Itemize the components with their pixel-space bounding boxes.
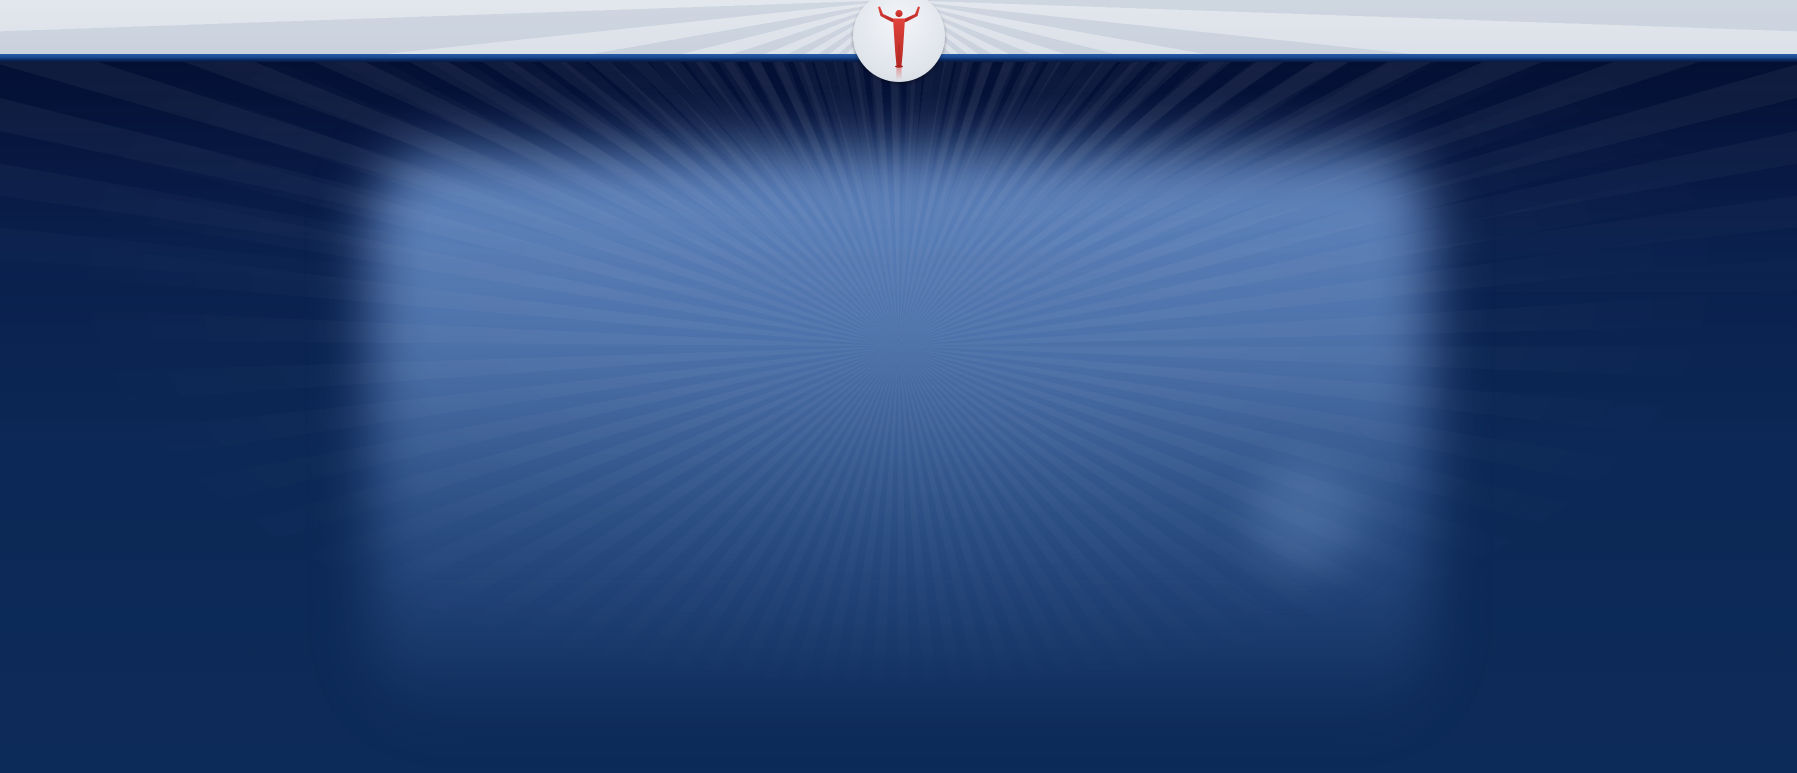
light-rays-top xyxy=(0,62,1797,322)
person-arms-raised-icon[interactable] xyxy=(874,4,924,82)
page xyxy=(0,0,1797,773)
